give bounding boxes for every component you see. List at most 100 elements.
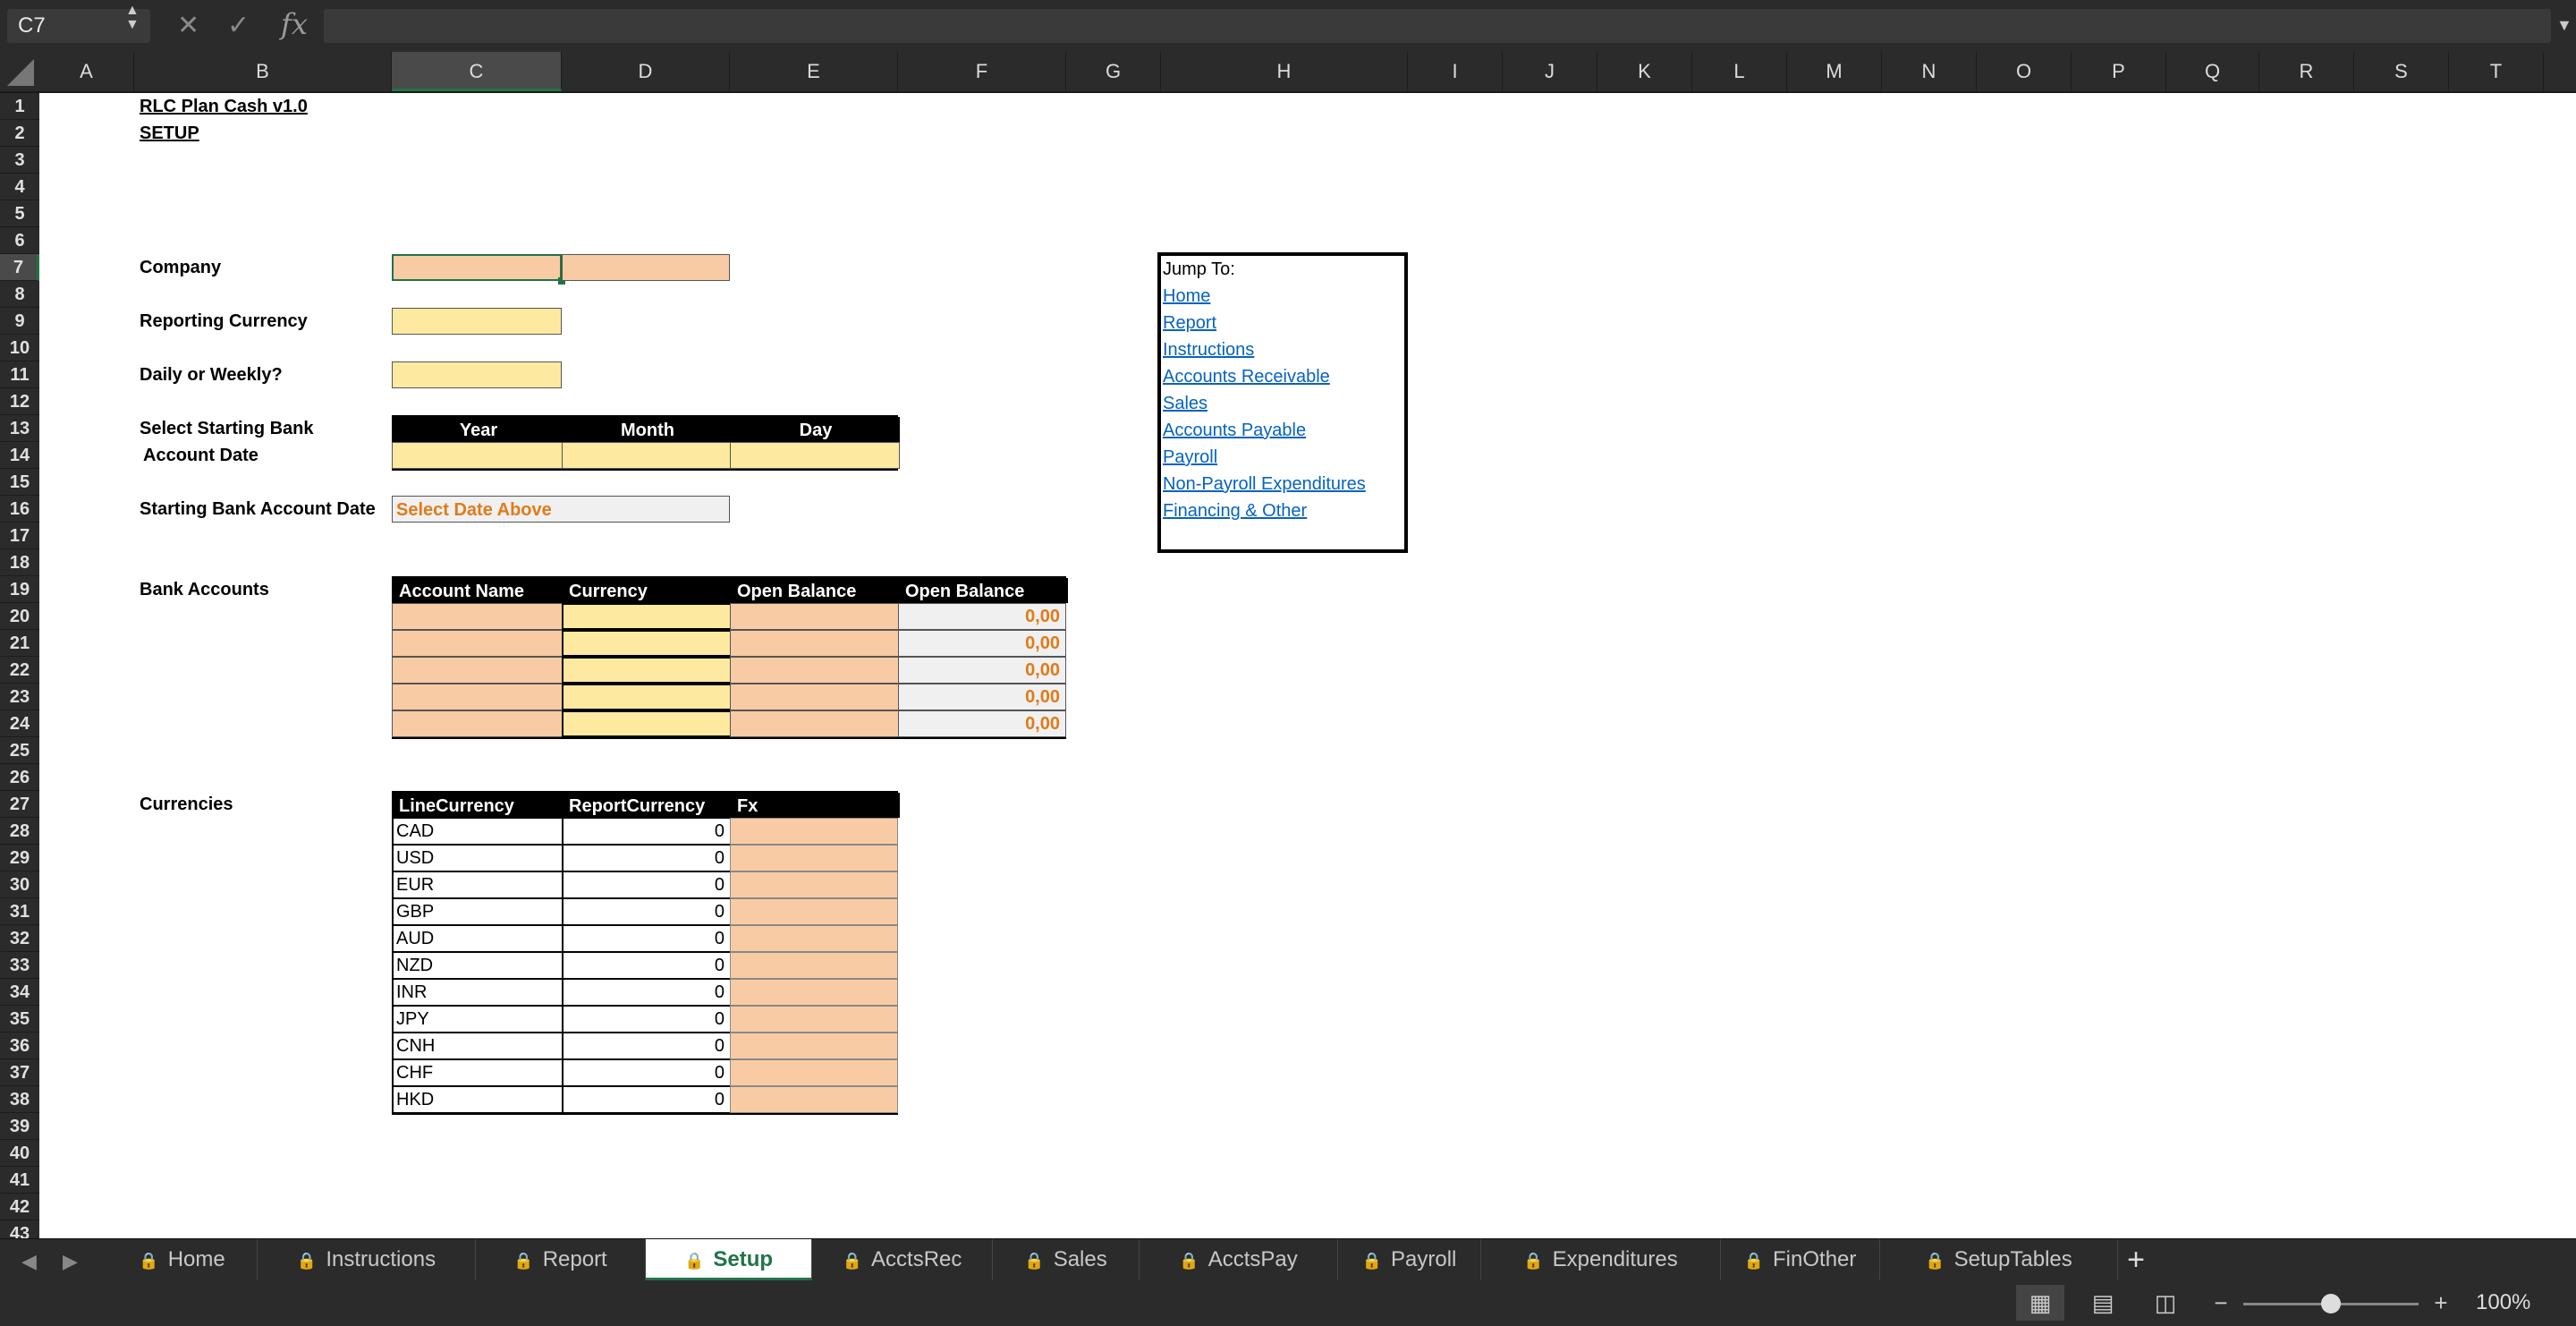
sheet-tab[interactable]: 🔒 Report — [476, 1239, 646, 1280]
row-header[interactable]: 25 — [0, 737, 39, 764]
account-currency-input[interactable] — [562, 630, 732, 657]
jump-link[interactable]: Payroll — [1163, 444, 1217, 471]
column-header[interactable]: P — [2072, 52, 2166, 91]
row-header[interactable]: 9 — [0, 308, 39, 335]
jump-link[interactable]: Accounts Receivable — [1163, 363, 1330, 390]
row-header[interactable]: 2 — [0, 120, 39, 147]
jump-link[interactable]: Instructions — [1163, 336, 1254, 363]
row-header[interactable]: 29 — [0, 845, 39, 871]
column-header[interactable]: J — [1503, 52, 1597, 91]
row-header[interactable]: 37 — [0, 1059, 39, 1086]
tab-scroll-right-icon[interactable]: ▶ — [63, 1250, 78, 1273]
function-icon[interactable]: fx — [281, 7, 308, 41]
date-input[interactable] — [562, 442, 732, 469]
row-header[interactable]: 20 — [0, 603, 39, 630]
jump-link[interactable]: Non-Payroll Expenditures — [1163, 471, 1366, 497]
jump-link[interactable]: Financing & Other — [1163, 497, 1307, 524]
jump-link[interactable]: Accounts Payable — [1163, 417, 1306, 444]
row-header[interactable]: 34 — [0, 979, 39, 1006]
sheet-tab[interactable]: 🔒 Payroll — [1338, 1239, 1481, 1280]
jump-link[interactable]: Home — [1163, 283, 1210, 310]
sheet-tab[interactable]: 🔒 Expenditures — [1481, 1239, 1721, 1280]
select-all-corner[interactable] — [0, 52, 39, 91]
add-sheet-button[interactable]: + — [2118, 1239, 2154, 1280]
company-input-2[interactable] — [562, 254, 730, 281]
row-header[interactable]: 36 — [0, 1033, 39, 1059]
row-header[interactable]: 11 — [0, 361, 39, 388]
account-name-input[interactable] — [392, 630, 564, 657]
row-header[interactable]: 6 — [0, 227, 39, 254]
formula-input[interactable] — [324, 9, 2551, 43]
row-header[interactable]: 22 — [0, 657, 39, 684]
column-header[interactable]: M — [1787, 52, 1882, 91]
account-name-input[interactable] — [392, 710, 564, 737]
daily-weekly-input[interactable] — [392, 361, 562, 388]
fx-rate-input[interactable] — [730, 818, 898, 845]
confirm-icon[interactable]: ✓ — [227, 9, 250, 43]
account-currency-input[interactable] — [562, 684, 732, 710]
row-header[interactable]: 8 — [0, 281, 39, 308]
zoom-out-icon[interactable]: − — [2197, 1285, 2245, 1321]
jump-link[interactable]: Report — [1163, 310, 1216, 336]
sheet-tab[interactable]: 🔒 FinOther — [1721, 1239, 1880, 1280]
date-input[interactable] — [392, 442, 564, 469]
row-header[interactable]: 26 — [0, 764, 39, 791]
column-header[interactable]: H — [1161, 52, 1408, 91]
open-balance-input[interactable] — [730, 603, 900, 630]
row-header[interactable]: 21 — [0, 630, 39, 657]
page-break-icon[interactable]: ◫ — [2141, 1285, 2190, 1321]
open-balance-input[interactable] — [730, 710, 900, 737]
row-header[interactable]: 14 — [0, 442, 39, 469]
row-header[interactable]: 10 — [0, 335, 39, 361]
row-header[interactable]: 17 — [0, 523, 39, 549]
formula-expand-icon[interactable]: ▼ — [2556, 16, 2572, 35]
sheet-tab[interactable]: 🔒 AcctsPay — [1140, 1239, 1338, 1280]
row-header[interactable]: 31 — [0, 898, 39, 925]
zoom-level[interactable]: 100% — [2476, 1290, 2530, 1315]
row-header[interactable]: 42 — [0, 1194, 39, 1220]
sheet-tab[interactable]: 🔒 Instructions — [258, 1239, 476, 1280]
column-header[interactable]: S — [2354, 52, 2449, 91]
account-name-input[interactable] — [392, 684, 564, 710]
row-header[interactable]: 30 — [0, 871, 39, 898]
account-currency-input[interactable] — [562, 657, 732, 684]
row-header[interactable]: 4 — [0, 174, 39, 200]
sheet-tab[interactable]: 🔒 Setup — [646, 1239, 812, 1280]
normal-view-icon[interactable]: ▦ — [2016, 1285, 2064, 1321]
fx-rate-input[interactable] — [730, 845, 898, 871]
column-header[interactable]: N — [1882, 52, 1977, 91]
open-balance-input[interactable] — [730, 657, 900, 684]
column-header[interactable]: I — [1408, 52, 1503, 91]
row-header[interactable]: 32 — [0, 925, 39, 952]
sheet-tab[interactable]: 🔒 SetupTables — [1880, 1239, 2118, 1280]
row-header[interactable]: 28 — [0, 818, 39, 845]
fx-rate-input[interactable] — [730, 1059, 898, 1086]
row-header[interactable]: 41 — [0, 1167, 39, 1194]
company-input[interactable] — [392, 254, 562, 281]
row-header[interactable]: 24 — [0, 710, 39, 737]
fx-rate-input[interactable] — [730, 871, 898, 898]
column-header[interactable]: G — [1066, 52, 1161, 91]
column-header[interactable]: E — [730, 52, 898, 91]
row-header[interactable]: 39 — [0, 1113, 39, 1140]
row-header[interactable]: 1 — [0, 93, 39, 120]
sheet-tab[interactable]: 🔒 AcctsRec — [812, 1239, 993, 1280]
column-header[interactable]: K — [1597, 52, 1692, 91]
row-header[interactable]: 18 — [0, 549, 39, 576]
column-header[interactable]: C — [392, 52, 562, 91]
sheet-tab[interactable]: 🔒 Sales — [993, 1239, 1140, 1280]
date-input[interactable] — [730, 442, 900, 469]
name-box-stepper[interactable]: ▲ ▼ — [125, 4, 140, 32]
fx-rate-input[interactable] — [730, 952, 898, 979]
cancel-icon[interactable]: ✕ — [177, 9, 199, 43]
fx-rate-input[interactable] — [730, 1086, 898, 1113]
start-date-value-cell[interactable]: Select Date Above — [392, 496, 730, 523]
row-header[interactable]: 3 — [0, 147, 39, 174]
column-header[interactable]: D — [562, 52, 730, 91]
reporting-currency-input[interactable] — [392, 308, 562, 335]
row-header[interactable]: 23 — [0, 684, 39, 710]
jump-link[interactable]: Sales — [1163, 390, 1208, 417]
row-header[interactable]: 40 — [0, 1140, 39, 1167]
row-header[interactable]: 19 — [0, 576, 39, 603]
column-header[interactable]: O — [1977, 52, 2072, 91]
